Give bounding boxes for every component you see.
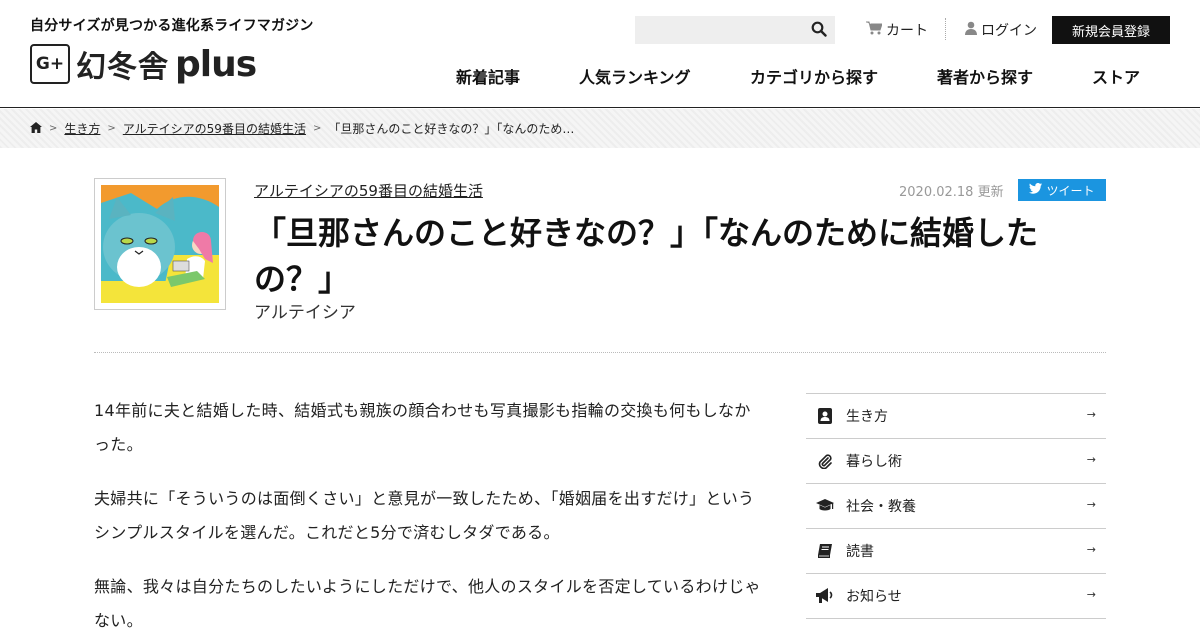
series-thumbnail[interactable] <box>94 178 226 310</box>
article-title: 「旦那さんのこと好きなの？」「なんのために結婚したの？」 <box>254 214 1039 298</box>
book-icon <box>816 542 834 560</box>
header-divider <box>945 18 946 40</box>
paperclip-icon <box>816 452 834 470</box>
article-author[interactable]: アルテイシア <box>254 298 356 323</box>
series-link[interactable]: アルテイシアの59番目の結婚生活 <box>254 180 483 201</box>
breadcrumb-separator: > <box>312 123 322 134</box>
site-logo[interactable]: G+ 幻冬舎 plus <box>30 42 257 86</box>
nav-categories[interactable]: カテゴリから探す <box>750 64 878 88</box>
login-label: ログイン <box>981 23 1037 39</box>
cart-label: カート <box>886 23 928 39</box>
arrow-right-icon: → <box>1086 408 1096 421</box>
tweet-label: ツイート <box>1046 183 1095 198</box>
sidebar-item-dokusho[interactable]: 読書 → <box>806 529 1106 574</box>
paragraph: 14年前に夫と結婚した時、結婚式も親族の顔合わせも写真撮影も指輪の交換も何もしな… <box>94 401 751 454</box>
sidebar-item-label: 暮らし術 <box>846 454 902 470</box>
site-header: 自分サイズが見つかる進化系ライフマガジン G+ 幻冬舎 plus カート ログイ… <box>0 0 1200 108</box>
site-tagline: 自分サイズが見つかる進化系ライフマガジン <box>30 18 314 34</box>
logo-mark: G+ <box>30 44 70 84</box>
nav-new-articles[interactable]: 新着記事 <box>456 64 520 88</box>
twitter-icon <box>1029 183 1043 197</box>
graduation-cap-icon <box>816 497 834 515</box>
search-box <box>635 16 835 44</box>
sidebar-item-oshirase[interactable]: お知らせ → <box>806 574 1106 619</box>
signup-button[interactable]: 新規会員登録 <box>1052 16 1170 44</box>
search-input[interactable] <box>635 16 805 44</box>
login-link[interactable]: ログイン <box>965 20 1037 40</box>
paragraph: 夫婦共に「そういうのは面倒くさい」と意見が一致したため、「婚姻届を出すだけ」とい… <box>94 489 755 542</box>
breadcrumb-link-category[interactable]: 生き方 <box>64 120 100 137</box>
megaphone-icon <box>816 587 834 605</box>
breadcrumb-separator: > <box>107 123 116 134</box>
nav-store[interactable]: ストア <box>1092 64 1140 88</box>
tweet-button[interactable]: ツイート <box>1018 179 1106 201</box>
breadcrumb: > 生き方 > アルテイシアの59番目の結婚生活 > 「旦那さんのこと好きなの？… <box>0 109 1200 148</box>
search-icon[interactable] <box>811 21 829 39</box>
logo-text: 幻冬舎 <box>76 50 169 85</box>
nav-authors[interactable]: 著者から探す <box>937 64 1033 88</box>
logo-plus: plus <box>175 43 257 85</box>
sidebar-item-ikikata[interactable]: 生き方 → <box>806 394 1106 439</box>
sidebar-item-label: お知らせ <box>846 589 902 605</box>
home-icon[interactable] <box>30 121 42 136</box>
series-illustration <box>101 185 219 303</box>
nav-ranking[interactable]: 人気ランキング <box>579 64 691 88</box>
article-body: 14年前に夫と結婚した時、結婚式も親族の顔合わせも写真撮影も指輪の交換も何もしな… <box>94 394 764 630</box>
sidebar-item-shakai[interactable]: 社会・教養 → <box>806 484 1106 529</box>
arrow-right-icon: → <box>1086 453 1096 466</box>
breadcrumb-current: 「旦那さんのこと好きなの？」「なんのため… <box>328 122 575 136</box>
sidebar-item-label: 社会・教養 <box>846 499 916 515</box>
paragraph: 無論、我々は自分たちのしたいようにしただけで、他人のスタイルを否定しているわけじ… <box>94 577 761 630</box>
cart-link[interactable]: カート <box>866 20 928 40</box>
user-icon <box>965 21 977 39</box>
breadcrumb-separator: > <box>49 123 58 134</box>
sidebar-item-label: 読書 <box>846 544 874 560</box>
arrow-right-icon: → <box>1086 543 1096 556</box>
person-book-icon <box>816 407 834 425</box>
updated-date: 2020.02.18 更新 <box>899 185 1004 200</box>
arrow-right-icon: → <box>1086 588 1096 601</box>
sidebar-item-label: 生き方 <box>846 409 888 425</box>
arrow-right-icon: → <box>1086 498 1096 511</box>
category-sidebar: 生き方 → 暮らし術 → 社会・教養 → 読書 → お知らせ → <box>806 393 1106 619</box>
cart-icon <box>866 21 883 39</box>
breadcrumb-link-series[interactable]: アルテイシアの59番目の結婚生活 <box>123 120 306 137</box>
divider <box>94 352 1106 353</box>
sidebar-item-kurashi[interactable]: 暮らし術 → <box>806 439 1106 484</box>
